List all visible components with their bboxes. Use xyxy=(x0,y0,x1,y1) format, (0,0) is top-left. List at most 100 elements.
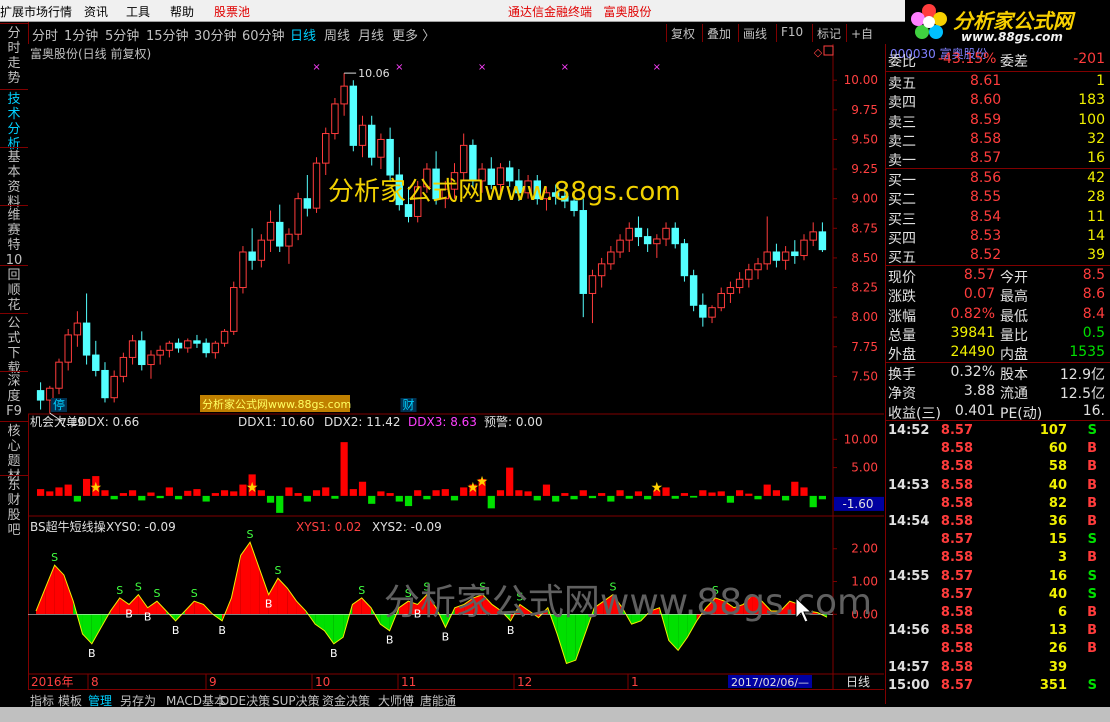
bs-area-segment xyxy=(54,565,64,615)
mark-button[interactable]: 标记 xyxy=(812,24,845,42)
menu-market[interactable]: 扩展市场行情 xyxy=(0,3,72,20)
left-tab-6[interactable]: 深度F9 xyxy=(5,374,23,419)
ddx-bar xyxy=(294,493,302,496)
ask-price: 8.59 xyxy=(970,111,1002,128)
bs-pane: BS超牛短线操 XYS0: -0.09 XYS1: 0.02 XYS2: -0.09 2… xyxy=(28,519,878,665)
tab-60min[interactable]: 60分钟 xyxy=(242,25,285,44)
status-strip xyxy=(0,707,1110,722)
menu-help[interactable]: 帮助 xyxy=(170,3,194,20)
tab-5min[interactable]: 5分钟 xyxy=(105,25,139,44)
flower-logo-icon xyxy=(911,4,947,39)
tick-row: 14:54 8.58 36 B xyxy=(886,513,1110,531)
bs-area-segment xyxy=(333,614,344,644)
menu-stock-pool[interactable]: 股票池 xyxy=(214,3,250,20)
alert-star-icon: ★ xyxy=(651,480,664,496)
ddx-bar xyxy=(552,495,560,502)
bid-label: 买三 xyxy=(888,211,916,228)
candle-body xyxy=(625,227,633,241)
tick-volume: 13 xyxy=(1048,623,1067,639)
ddx-bar xyxy=(349,489,357,496)
draw-line-button[interactable]: 画线 xyxy=(738,24,771,42)
overlay-button[interactable]: 叠加 xyxy=(702,24,735,42)
bid-row: 买四 8.53 14 xyxy=(886,227,1110,247)
f10-button[interactable]: F10 xyxy=(776,24,807,42)
x-axis: 2016年 8 9 10 11 12 1 2017/02/06/— 日线 xyxy=(28,673,884,689)
tab-1min[interactable]: 1分钟 xyxy=(64,25,98,44)
ddx-bar xyxy=(496,490,505,496)
stat-label-2: 量比 xyxy=(1000,327,1028,344)
adjust-button[interactable]: 复权 xyxy=(666,24,699,42)
tab-more[interactable]: 更多 〉 xyxy=(392,25,435,44)
left-tab-2[interactable]: 基本资料 xyxy=(5,150,23,210)
candle-body xyxy=(294,198,302,235)
menu-news[interactable]: 资讯 xyxy=(84,3,108,20)
ddx-bar xyxy=(662,487,670,496)
tick-row: 8.58 6 B xyxy=(886,604,1110,622)
tick-volume: 6 xyxy=(1057,605,1067,620)
left-tab-8[interactable]: 东财股吧 xyxy=(5,478,23,538)
ask-price: 8.61 xyxy=(970,73,1002,89)
stat-value-2: 8.5 xyxy=(1082,267,1105,283)
sell-signal: S xyxy=(153,587,160,600)
menu-tools[interactable]: 工具 xyxy=(126,3,150,20)
stat-row: 外盘 24490 内盘 1535 xyxy=(886,343,1110,363)
bid-price: 8.52 xyxy=(970,247,1002,264)
tick-price: 8.57 xyxy=(940,677,973,693)
candle-body xyxy=(699,304,707,318)
tick-price: 8.58 xyxy=(940,495,973,511)
price-tick-label: 9.50 xyxy=(851,132,878,146)
x-period-label: 日线 xyxy=(846,675,870,689)
price-tick-label: 7.75 xyxy=(851,340,878,354)
buy-signal: B xyxy=(144,611,152,624)
x-tick-label: 1 xyxy=(631,675,639,689)
tab-monthly[interactable]: 月线 xyxy=(358,25,384,44)
candle-body xyxy=(653,238,661,245)
stat-label: 总量 xyxy=(888,327,916,344)
tick-volume: 40 xyxy=(1048,477,1067,493)
ddx-bar xyxy=(487,495,495,509)
ddx-bar xyxy=(174,495,183,500)
tab-weekly[interactable]: 周线 xyxy=(324,25,350,44)
candle-body xyxy=(285,233,293,247)
candle-body xyxy=(110,375,118,399)
add-watchlist-button[interactable]: +自选 xyxy=(846,24,884,58)
ddx-bar xyxy=(303,495,311,502)
left-tab-5[interactable]: 公式下载 xyxy=(5,316,23,376)
ddx-bar xyxy=(211,493,219,496)
ddx-bar xyxy=(276,495,284,513)
candle-body xyxy=(671,227,679,245)
tab-15min[interactable]: 15分钟 xyxy=(146,25,189,44)
left-tab-1[interactable]: 技术分析 xyxy=(5,92,23,152)
sell-signal: S xyxy=(191,587,198,600)
tab-30min[interactable]: 30分钟 xyxy=(194,25,237,44)
ddx-bar xyxy=(331,495,339,499)
ask-volume: 32 xyxy=(1087,130,1105,147)
candle-body xyxy=(36,390,45,401)
stat-value: 0.82% xyxy=(950,305,995,322)
bid-volume: 39 xyxy=(1087,247,1105,264)
ddx-bar xyxy=(800,487,808,496)
candle-body xyxy=(156,349,164,356)
left-tab-4[interactable]: 回顺花 xyxy=(5,268,23,313)
candle-body xyxy=(469,144,477,182)
chart-area[interactable]: 富奥股份(日线 前复权) 10.00 9.75 9.50 9.25 9.00 8.75 8.5… xyxy=(28,44,884,689)
ddx-pane: 机会大单 DDX: 0.66 DDX1: 10.60 DDX2: 11.42 DDX3:… xyxy=(28,414,884,517)
tick-side: B xyxy=(1087,550,1097,566)
buy-signal: B xyxy=(218,624,226,637)
sell-signal: S xyxy=(247,528,254,541)
left-tab-0[interactable]: 分时走势 xyxy=(5,26,23,86)
tab-daily[interactable]: 日线 xyxy=(290,25,316,44)
ddx-label: 预警: 0.00 xyxy=(484,414,543,429)
ddx-bar xyxy=(322,487,330,496)
stat-value-2: 8.6 xyxy=(1082,286,1105,303)
candle-body xyxy=(248,251,256,261)
left-tab-3[interactable]: 维赛特10 xyxy=(5,208,23,268)
stat2-value-2: 16. xyxy=(1082,402,1105,419)
tab-intraday[interactable]: 分时 xyxy=(32,25,58,44)
ddx-bar xyxy=(772,490,781,496)
alert-star-icon: ★ xyxy=(476,474,489,490)
ddx-bar xyxy=(404,495,413,507)
tick-row: 14:57 8.58 39 xyxy=(886,659,1110,677)
price-tick-label: 9.75 xyxy=(851,103,878,117)
tick-price: 8.57 xyxy=(940,423,973,438)
